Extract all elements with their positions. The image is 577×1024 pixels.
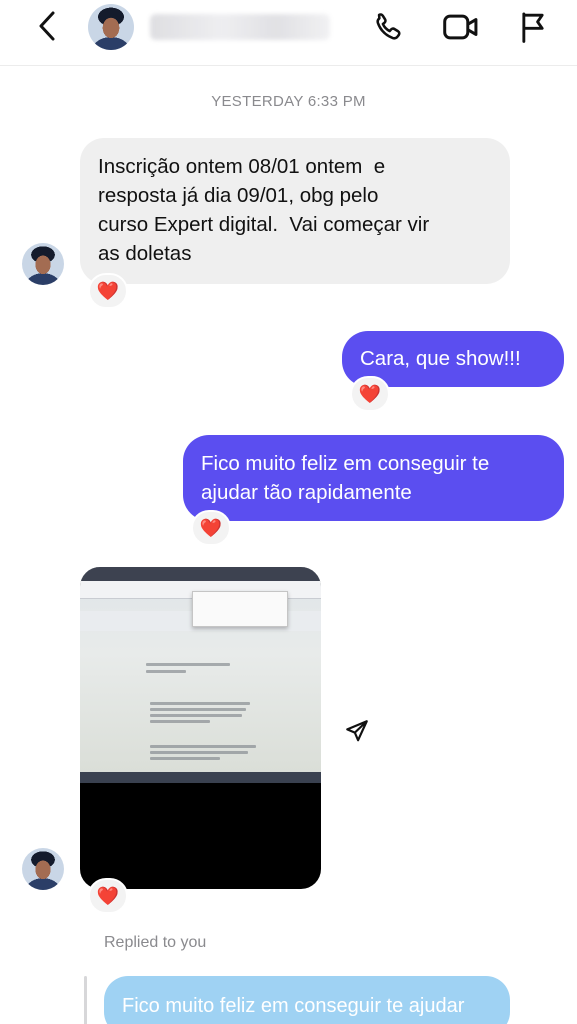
- heart-reaction[interactable]: ❤️: [350, 376, 390, 412]
- message-text-line: ajudar tão rapidamente: [201, 481, 412, 504]
- screenshot-text-line: [150, 720, 210, 723]
- screenshot-text-line: [150, 745, 256, 748]
- call-button[interactable]: [370, 8, 408, 46]
- message-text-line: curso Expert digital. Vai começar vir: [98, 213, 430, 236]
- message-timestamp: YESTERDAY 6:33 PM: [211, 93, 366, 110]
- incoming-message-bubble[interactable]: Inscrição ontem 08/01 ontem e resposta j…: [80, 138, 510, 284]
- contact-name-blurred[interactable]: [150, 14, 330, 40]
- phone-icon: [376, 13, 401, 40]
- screenshot-text-line: [146, 670, 186, 673]
- heart-icon: ❤️: [96, 280, 120, 301]
- heart-icon: ❤️: [199, 517, 223, 538]
- flag-icon: [522, 12, 544, 43]
- message-text-line: Cara, que show!!!: [360, 347, 521, 370]
- screenshot-text-line: [150, 757, 220, 760]
- shared-screenshot-image[interactable]: [80, 567, 321, 889]
- sender-avatar[interactable]: [22, 848, 64, 890]
- screenshot-text-line: [150, 714, 242, 717]
- screenshot-text-line: [150, 702, 250, 705]
- back-button[interactable]: [30, 8, 64, 44]
- heart-icon: ❤️: [96, 885, 120, 906]
- reply-indicator-bar: [84, 976, 87, 1024]
- video-camera-icon: [443, 14, 478, 40]
- heart-reaction[interactable]: ❤️: [88, 273, 128, 309]
- outgoing-message-bubble[interactable]: Fico muito feliz em conseguir te ajudar …: [183, 435, 564, 521]
- screenshot-popup: [192, 591, 288, 627]
- heart-icon: ❤️: [358, 383, 382, 404]
- sender-avatar[interactable]: [22, 243, 64, 285]
- screenshot-tab-bar: [80, 567, 321, 581]
- screenshot-taskbar: [80, 772, 321, 783]
- report-button[interactable]: [514, 8, 552, 46]
- chevron-left-icon: [39, 11, 55, 41]
- share-button[interactable]: [336, 710, 378, 752]
- contact-avatar[interactable]: [88, 4, 134, 50]
- message-text-line: resposta já dia 09/01, obg pelo: [98, 184, 379, 207]
- message-text-line: Inscrição ontem 08/01 ontem e: [98, 155, 386, 178]
- message-text-line: Fico muito feliz em conseguir te: [201, 452, 490, 475]
- screenshot-text-line: [150, 708, 246, 711]
- message-text-line: as doletas: [98, 242, 192, 265]
- screenshot-content: [80, 567, 321, 783]
- video-call-button[interactable]: [442, 8, 480, 46]
- heart-reaction[interactable]: ❤️: [88, 878, 128, 914]
- screenshot-text-line: [150, 751, 248, 754]
- screenshot-text-line: [146, 663, 230, 666]
- chat-header: [0, 0, 577, 66]
- heart-reaction[interactable]: ❤️: [191, 510, 231, 546]
- paper-plane-icon: [346, 720, 368, 742]
- replied-to-you-label: Replied to you: [104, 934, 207, 951]
- quoted-message-preview[interactable]: Fico muito feliz em conseguir te ajudar: [104, 976, 510, 1024]
